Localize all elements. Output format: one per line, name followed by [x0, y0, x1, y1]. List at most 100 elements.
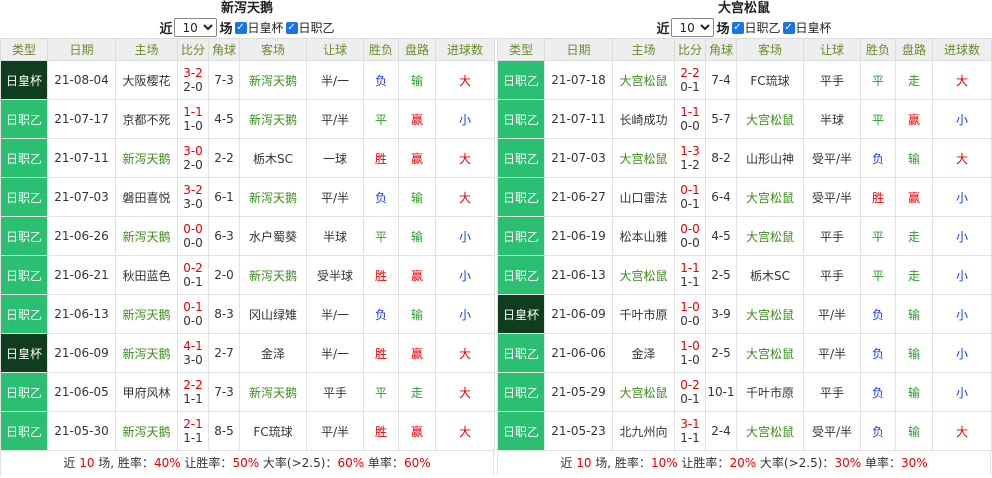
league-badge[interactable]: 日皇杯 — [497, 294, 545, 334]
home-team[interactable]: 大宫松鼠 — [612, 60, 675, 100]
home-team[interactable]: 磐田喜悦 — [115, 177, 178, 217]
match-row[interactable]: 日职乙 21-06-26 新泻天鹅 0-0 0-0 6-3 水户蜀葵 半球平输小 — [0, 216, 495, 256]
league-badge[interactable]: 日职乙 — [497, 411, 545, 451]
league-badge[interactable]: 日职乙 — [0, 294, 48, 334]
checkbox-checked-icon[interactable]: ✓ — [782, 21, 795, 34]
away-team[interactable]: 栃木SC — [736, 255, 804, 295]
checkbox-checked-icon[interactable]: ✓ — [234, 21, 247, 34]
competition-checkbox[interactable]: ✓ 日皇杯 — [782, 19, 832, 36]
away-team[interactable]: 大宫松鼠 — [736, 177, 804, 217]
match-row[interactable]: 日皇杯 21-08-04 大阪樱花 3-2 2-0 7-3 新泻天鹅 半/一负输大 — [0, 60, 495, 100]
handicap-result: 输 — [895, 294, 933, 334]
league-badge[interactable]: 日职乙 — [0, 216, 48, 256]
home-team[interactable]: 新泻天鹅 — [115, 294, 178, 334]
table-header-row: 类型 日期 主场 比分 角球 客场 让球 胜负 盘路 进球数 — [497, 38, 992, 61]
match-row[interactable]: 日职乙 21-06-13 大宫松鼠 1-1 1-1 2-5 栃木SC 平手平走小 — [497, 255, 992, 295]
home-team[interactable]: 秋田蓝色 — [115, 255, 178, 295]
league-badge[interactable]: 日职乙 — [0, 99, 48, 139]
league-badge[interactable]: 日职乙 — [497, 216, 545, 256]
home-team[interactable]: 松本山雅 — [612, 216, 675, 256]
away-team[interactable]: 大宫松鼠 — [736, 99, 804, 139]
home-team[interactable]: 北九州向 — [612, 411, 675, 451]
match-row[interactable]: 日职乙 21-07-11 长崎成功 1-1 0-0 5-7 大宫松鼠 半球平赢小 — [497, 99, 992, 139]
league-badge[interactable]: 日皇杯 — [0, 333, 48, 373]
home-team[interactable]: 新泻天鹅 — [115, 411, 178, 451]
away-team[interactable]: 山形山神 — [736, 138, 804, 178]
league-badge[interactable]: 日皇杯 — [0, 60, 48, 100]
away-team[interactable]: 金泽 — [239, 333, 307, 373]
league-badge[interactable]: 日职乙 — [0, 372, 48, 412]
home-team[interactable]: 大宫松鼠 — [612, 255, 675, 295]
handicap-line: 平/半 — [306, 99, 364, 139]
away-team[interactable]: 新泻天鹅 — [239, 99, 307, 139]
home-team[interactable]: 大阪樱花 — [115, 60, 178, 100]
league-badge[interactable]: 日职乙 — [0, 411, 48, 451]
match-row[interactable]: 日职乙 21-07-11 新泻天鹅 3-0 2-0 2-2 栃木SC 一球胜赢大 — [0, 138, 495, 178]
match-row[interactable]: 日职乙 21-06-06 金泽 1-0 1-0 2-5 大宫松鼠 平/半负输小 — [497, 333, 992, 373]
match-row[interactable]: 日职乙 21-06-27 山口雷法 0-1 0-1 6-4 大宫松鼠 受平/半胜赢小 — [497, 177, 992, 217]
match-row[interactable]: 日职乙 21-06-13 新泻天鹅 0-1 0-0 8-3 冈山绿雉 半/一负输小 — [0, 294, 495, 334]
home-team[interactable]: 新泻天鹅 — [115, 216, 178, 256]
match-row[interactable]: 日职乙 21-06-05 甲府风林 2-2 1-1 7-3 新泻天鹅 平手平走大 — [0, 372, 495, 412]
away-team[interactable]: 冈山绿雉 — [239, 294, 307, 334]
match-row[interactable]: 日职乙 21-06-21 秋田蓝色 0-2 0-1 2-0 新泻天鹅 受半球胜赢小 — [0, 255, 495, 295]
home-team[interactable]: 千叶市原 — [612, 294, 675, 334]
league-badge[interactable]: 日职乙 — [0, 177, 48, 217]
league-badge[interactable]: 日职乙 — [497, 99, 545, 139]
match-row[interactable]: 日职乙 21-07-03 磐田喜悦 3-2 3-0 6-1 新泻天鹅 平/半负输大 — [0, 177, 495, 217]
match-count-select[interactable]: 10 — [174, 18, 218, 37]
corner-score: 2-5 — [705, 255, 737, 295]
away-team[interactable]: FC琉球 — [239, 411, 307, 451]
home-team[interactable]: 山口雷法 — [612, 177, 675, 217]
away-team[interactable]: 大宫松鼠 — [736, 411, 804, 451]
competition-checkbox[interactable]: ✓ 日皇杯 — [234, 19, 284, 36]
match-row[interactable]: 日职乙 21-07-03 大宫松鼠 1-3 1-2 8-2 山形山神 受平/半负输大 — [497, 138, 992, 178]
handicap-result: 输 — [895, 333, 933, 373]
league-badge[interactable]: 日职乙 — [497, 372, 545, 412]
away-team[interactable]: FC琉球 — [736, 60, 804, 100]
away-team[interactable]: 新泻天鹅 — [239, 60, 307, 100]
home-team[interactable]: 新泻天鹅 — [115, 138, 178, 178]
away-team[interactable]: 大宫松鼠 — [736, 333, 804, 373]
league-badge[interactable]: 日职乙 — [0, 138, 48, 178]
checkbox-checked-icon[interactable]: ✓ — [731, 21, 744, 34]
match-row[interactable]: 日皇杯 21-06-09 新泻天鹅 4-1 3-0 2-7 金泽 半/一胜赢大 — [0, 333, 495, 373]
league-badge[interactable]: 日职乙 — [497, 255, 545, 295]
match-row[interactable]: 日职乙 21-05-29 大宫松鼠 0-2 0-1 10-1 千叶市原 平手负输小 — [497, 372, 992, 412]
match-row[interactable]: 日职乙 21-06-19 松本山雅 0-0 0-0 4-5 大宫松鼠 平手平走小 — [497, 216, 992, 256]
league-badge[interactable]: 日职乙 — [0, 255, 48, 295]
column-header: 让球 — [306, 38, 364, 61]
away-team[interactable]: 新泻天鹅 — [239, 255, 307, 295]
competition-checkbox[interactable]: ✓ 日职乙 — [285, 19, 335, 36]
match-row[interactable]: 日职乙 21-05-23 北九州向 3-1 1-1 2-4 大宫松鼠 受平/半负输大 — [497, 411, 992, 451]
league-badge[interactable]: 日职乙 — [497, 138, 545, 178]
home-team[interactable]: 长崎成功 — [612, 99, 675, 139]
match-row[interactable]: 日职乙 21-07-18 大宫松鼠 2-2 0-1 7-4 FC琉球 平手平走大 — [497, 60, 992, 100]
away-team[interactable]: 大宫松鼠 — [736, 294, 804, 334]
home-team[interactable]: 大宫松鼠 — [612, 372, 675, 412]
match-row[interactable]: 日皇杯 21-06-09 千叶市原 1-0 0-0 3-9 大宫松鼠 平/半负输小 — [497, 294, 992, 334]
away-team[interactable]: 千叶市原 — [736, 372, 804, 412]
home-team[interactable]: 京都不死 — [115, 99, 178, 139]
league-badge[interactable]: 日职乙 — [497, 333, 545, 373]
match-row[interactable]: 日职乙 21-05-30 新泻天鹅 2-1 1-1 8-5 FC琉球 平/半胜赢大 — [0, 411, 495, 451]
checkbox-checked-icon[interactable]: ✓ — [285, 21, 298, 34]
away-team[interactable]: 大宫松鼠 — [736, 216, 804, 256]
away-team[interactable]: 水户蜀葵 — [239, 216, 307, 256]
home-team[interactable]: 新泻天鹅 — [115, 333, 178, 373]
league-badge[interactable]: 日职乙 — [497, 60, 545, 100]
match-count-select[interactable]: 10 — [671, 18, 715, 37]
away-team[interactable]: 栃木SC — [239, 138, 307, 178]
match-row[interactable]: 日职乙 21-07-17 京都不死 1-1 1-0 4-5 新泻天鹅 平/半平赢小 — [0, 99, 495, 139]
match-result: 平 — [363, 216, 399, 256]
competition-checkbox[interactable]: ✓ 日职乙 — [731, 19, 781, 36]
away-team[interactable]: 新泻天鹅 — [239, 177, 307, 217]
home-team[interactable]: 金泽 — [612, 333, 675, 373]
stat-label: 单率： — [861, 456, 901, 470]
home-team[interactable]: 甲府风林 — [115, 372, 178, 412]
match-result: 胜 — [363, 333, 399, 373]
home-team[interactable]: 大宫松鼠 — [612, 138, 675, 178]
handicap-result: 输 — [398, 216, 436, 256]
league-badge[interactable]: 日职乙 — [497, 177, 545, 217]
away-team[interactable]: 新泻天鹅 — [239, 372, 307, 412]
